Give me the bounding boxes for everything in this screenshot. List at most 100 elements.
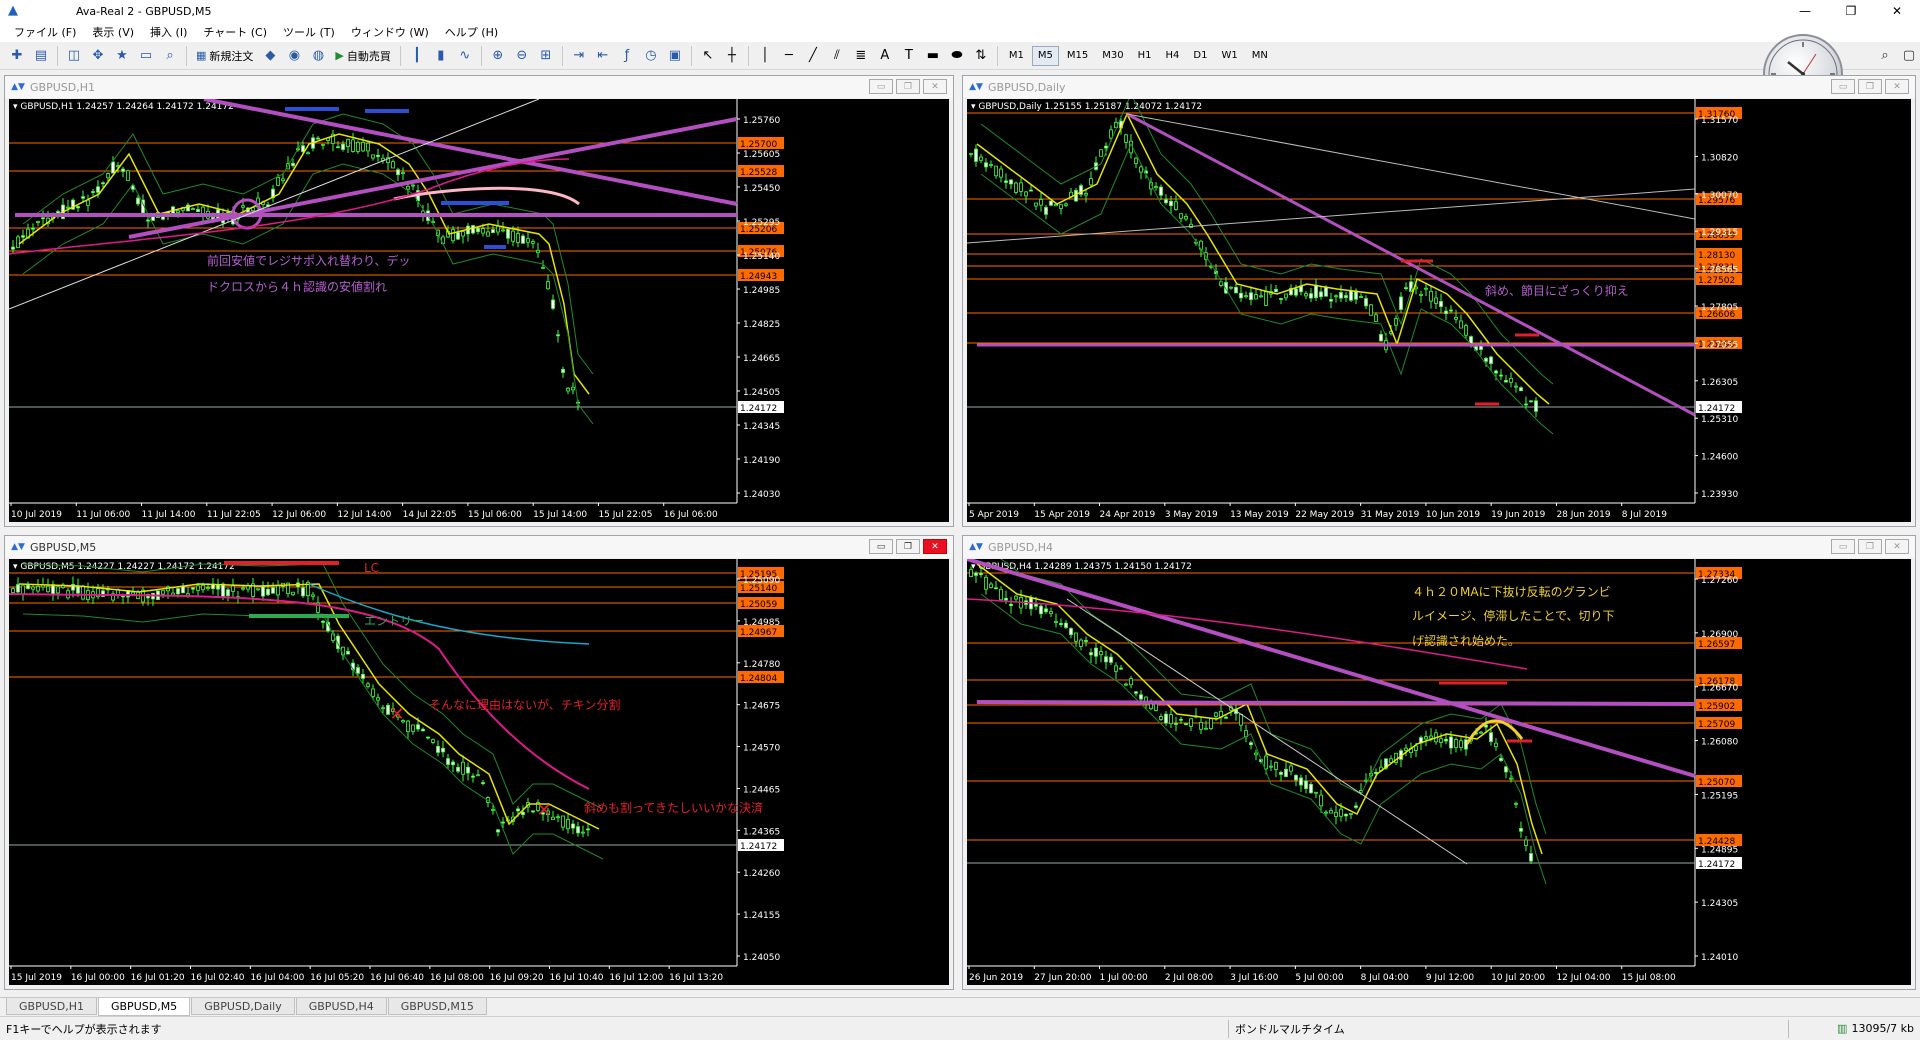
candle-body bbox=[271, 587, 275, 594]
menu-window[interactable]: ウィンドウ (W) bbox=[343, 24, 437, 40]
candle-body bbox=[1514, 802, 1518, 805]
new-order-button[interactable]: ▦ 新規注文 bbox=[192, 45, 257, 67]
chart-svg[interactable]: 1.251951.251401.250591.249671.248041.241… bbox=[9, 559, 949, 985]
tile-windows-icon[interactable]: ⊞ bbox=[535, 45, 557, 67]
chart-canvas[interactable]: 1.31760 1.29576 1.28659 1.28130 1.27831 1.275… bbox=[967, 99, 1911, 522]
chart-canvas[interactable]: 1.27334 1.26597 1.26178 1.25902 1.25709 1.250… bbox=[967, 559, 1911, 985]
tester-icon[interactable]: ⌕ bbox=[159, 45, 181, 67]
menu-view[interactable]: 表示 (V) bbox=[84, 24, 142, 40]
menu-insert[interactable]: 挿入 (I) bbox=[142, 24, 195, 40]
auto-scroll-icon[interactable]: ⇥ bbox=[568, 45, 590, 67]
periods-icon[interactable]: ◷ bbox=[640, 45, 662, 67]
zoom-out-icon[interactable]: ⊖ bbox=[511, 45, 533, 67]
chart-canvas[interactable]: 1.25195 1.25140 1.25059 1.24967 1.24804 1.241… bbox=[9, 559, 949, 985]
minimize-button[interactable]: — bbox=[1782, 0, 1828, 22]
candle-body bbox=[1049, 611, 1053, 615]
period-m5[interactable]: M5 bbox=[1031, 45, 1059, 66]
horizontal-line-icon[interactable]: ─ bbox=[778, 45, 800, 67]
period-h1[interactable]: H1 bbox=[1132, 46, 1158, 66]
chart-close-button[interactable]: ✕ bbox=[1885, 79, 1909, 94]
candle-body bbox=[11, 246, 15, 250]
zoom-in-icon[interactable]: ⊕ bbox=[487, 45, 509, 67]
navigator-icon[interactable]: ★ bbox=[111, 45, 133, 67]
chart-minimize-button[interactable]: ▭ bbox=[1831, 79, 1855, 94]
period-m1[interactable]: M1 bbox=[1003, 46, 1030, 66]
line-chart-icon[interactable]: ∿ bbox=[454, 45, 476, 67]
maximize-button[interactable]: ❐ bbox=[1828, 0, 1874, 22]
arrows-icon[interactable]: ⇅ bbox=[970, 45, 992, 67]
candle-body bbox=[476, 774, 480, 777]
candlestick-icon[interactable]: ▮ bbox=[430, 45, 452, 67]
market-icon[interactable]: ◍ bbox=[307, 45, 329, 67]
chart-minimize-button[interactable]: ▭ bbox=[1831, 539, 1855, 554]
chart-minimize-button[interactable]: ▭ bbox=[869, 539, 893, 554]
chart-window-daily[interactable]: ▲▼ GBPUSD,Daily ▭ ❐ ✕ 1.31760 1.29576 1.28… bbox=[962, 75, 1916, 527]
text-icon[interactable]: A bbox=[874, 45, 896, 67]
period-mn[interactable]: MN bbox=[1246, 46, 1274, 66]
chart-shift-icon[interactable]: ⇤ bbox=[592, 45, 614, 67]
bar-chart-icon[interactable]: ┃ bbox=[406, 45, 428, 67]
period-w1[interactable]: W1 bbox=[1215, 46, 1243, 66]
menu-file[interactable]: ファイル (F) bbox=[6, 24, 84, 40]
menu-tools[interactable]: ツール (T) bbox=[275, 24, 343, 40]
chart-svg[interactable]: 1.257001.255281.252061.250761.249431.241… bbox=[9, 99, 949, 522]
tab-gbpusd-h1[interactable]: GBPUSD,H1 bbox=[6, 998, 97, 1015]
band-line bbox=[1000, 559, 1547, 835]
chart-restore-button[interactable]: ❐ bbox=[896, 539, 920, 554]
new-chart-icon[interactable]: ✚ bbox=[6, 45, 28, 67]
chart-window-titlebar[interactable]: ▲▼ GBPUSD,M5 ▭ ❐ ✕ bbox=[5, 536, 953, 558]
chat-icon[interactable]: ▢ bbox=[1898, 45, 1920, 67]
tab-gbpusd-m5[interactable]: GBPUSD,M5 bbox=[97, 998, 191, 1016]
search-icon[interactable]: ⌕ bbox=[1874, 45, 1896, 67]
market-watch-icon[interactable]: ◫ bbox=[63, 45, 85, 67]
profiles-icon[interactable]: ▤ bbox=[30, 45, 52, 67]
tab-gbpusd-daily[interactable]: GBPUSD,Daily bbox=[191, 998, 295, 1015]
chart-window-titlebar[interactable]: ▲▼ GBPUSD,H1 ▭ ❐ ✕ bbox=[5, 76, 953, 98]
tab-gbpusd-m15[interactable]: GBPUSD,M15 bbox=[387, 998, 487, 1015]
menu-help[interactable]: ヘルプ (H) bbox=[437, 24, 506, 40]
chart-restore-button[interactable]: ❐ bbox=[1858, 79, 1882, 94]
indicators-icon[interactable]: ƒ bbox=[616, 45, 638, 67]
data-window-icon[interactable]: ✥ bbox=[87, 45, 109, 67]
text-label-icon[interactable]: T bbox=[898, 45, 920, 67]
templates-icon[interactable]: ▣ bbox=[664, 45, 686, 67]
time-axis-label: 11 Jul 22:05 bbox=[207, 510, 261, 520]
period-m15[interactable]: M15 bbox=[1061, 46, 1094, 66]
candle-body bbox=[1044, 608, 1048, 613]
chart-restore-button[interactable]: ❐ bbox=[1858, 539, 1882, 554]
terminal-icon[interactable]: ▭ bbox=[135, 45, 157, 67]
metaeditor-icon[interactable]: ◆ bbox=[259, 45, 281, 67]
period-h4[interactable]: H4 bbox=[1159, 46, 1185, 66]
chart-svg[interactable]: 1.317601.295761.286591.281301.278311.275… bbox=[967, 99, 1911, 522]
candle-body bbox=[1104, 145, 1108, 149]
signals-icon[interactable]: ◉ bbox=[283, 45, 305, 67]
crosshair-icon[interactable]: ┼ bbox=[721, 45, 743, 67]
chart-close-button[interactable]: ✕ bbox=[923, 79, 947, 94]
chart-close-button[interactable]: ✕ bbox=[1885, 539, 1909, 554]
menu-chart[interactable]: チャート (C) bbox=[195, 24, 275, 40]
trendline-icon[interactable]: ╱ bbox=[802, 45, 824, 67]
chart-window-h1[interactable]: ▲▼ GBPUSD,H1 ▭ ❐ ✕ 1.25700 1.25528 1.25206… bbox=[4, 75, 954, 527]
chart-canvas[interactable]: 1.25700 1.25528 1.25206 1.25076 1.24943 1.241… bbox=[9, 99, 949, 522]
chart-svg[interactable]: 1.273341.265971.261781.259021.257091.250… bbox=[967, 559, 1911, 985]
chart-restore-button[interactable]: ❐ bbox=[896, 79, 920, 94]
fibonacci-icon[interactable]: ≣ bbox=[850, 45, 872, 67]
candle-body bbox=[306, 152, 310, 155]
candle-body bbox=[376, 697, 380, 701]
cursor-icon[interactable]: ↖ bbox=[697, 45, 719, 67]
chart-window-titlebar[interactable]: ▲▼ GBPUSD,H4 ▭ ❐ ✕ bbox=[963, 536, 1915, 558]
chart-window-m5[interactable]: ▲▼ GBPUSD,M5 ▭ ❐ ✕ 1.25195 1.25140 1.25059… bbox=[4, 535, 954, 990]
channel-icon[interactable]: ⫽ bbox=[826, 45, 848, 67]
rectangle-icon[interactable]: ▬ bbox=[922, 45, 944, 67]
chart-window-titlebar[interactable]: ▲▼ GBPUSD,Daily ▭ ❐ ✕ bbox=[963, 76, 1915, 98]
chart-minimize-button[interactable]: ▭ bbox=[869, 79, 893, 94]
period-m30[interactable]: M30 bbox=[1096, 46, 1129, 66]
period-d1[interactable]: D1 bbox=[1187, 46, 1213, 66]
chart-close-button[interactable]: ✕ bbox=[923, 539, 947, 554]
vertical-line-icon[interactable]: │ bbox=[754, 45, 776, 67]
auto-trading-button[interactable]: ▶ 自動売買 bbox=[331, 45, 394, 67]
ellipse-icon[interactable]: ⬬ bbox=[946, 45, 968, 67]
tab-gbpusd-h4[interactable]: GBPUSD,H4 bbox=[295, 998, 387, 1015]
chart-window-h4[interactable]: ▲▼ GBPUSD,H4 ▭ ❐ ✕ 1.27334 1.26597 1.26178… bbox=[962, 535, 1916, 990]
close-button[interactable]: ✕ bbox=[1874, 0, 1920, 22]
